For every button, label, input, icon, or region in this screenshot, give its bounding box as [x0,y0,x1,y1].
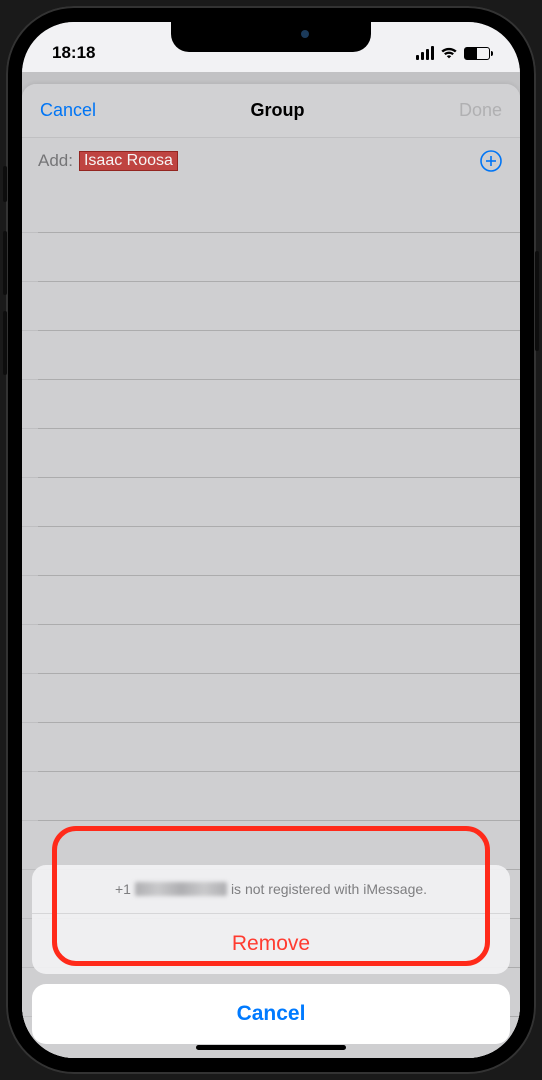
app-content: Cancel Group Done Add: Isaac Roosa [22,72,520,1058]
home-indicator[interactable] [196,1045,346,1050]
action-sheet: +1 is not registered with iMessage. Remo… [32,865,510,1044]
status-time: 18:18 [52,43,95,63]
contact-token[interactable]: Isaac Roosa [79,151,178,171]
add-contact-row[interactable]: Add: Isaac Roosa [22,138,520,185]
notch [171,22,371,52]
camera-dot [301,30,309,38]
plus-circle-icon [479,149,503,173]
redacted-phone-number [135,882,227,896]
status-right [416,46,490,60]
nav-bar: Cancel Group Done [22,84,520,138]
remove-button[interactable]: Remove [32,914,510,974]
action-sheet-message: +1 is not registered with iMessage. [32,865,510,914]
nav-cancel-button[interactable]: Cancel [40,100,96,121]
battery-icon [464,47,490,60]
phone-frame: 18:18 Cancel Group Done [6,6,536,1074]
nav-title: Group [251,100,305,121]
volume-up-button [3,231,7,295]
volume-down-button [3,311,7,375]
cellular-icon [416,46,434,60]
power-button [535,251,539,351]
message-suffix: is not registered with iMessage. [231,881,427,897]
add-contact-button[interactable] [478,148,504,174]
phone-prefix: +1 [115,881,131,897]
cancel-button[interactable]: Cancel [32,984,510,1044]
wifi-icon [440,46,458,60]
screen: 18:18 Cancel Group Done [22,22,520,1058]
nav-done-button: Done [459,100,502,121]
add-label: Add: [38,151,73,171]
mute-switch [3,166,7,202]
action-sheet-group: +1 is not registered with iMessage. Remo… [32,865,510,974]
